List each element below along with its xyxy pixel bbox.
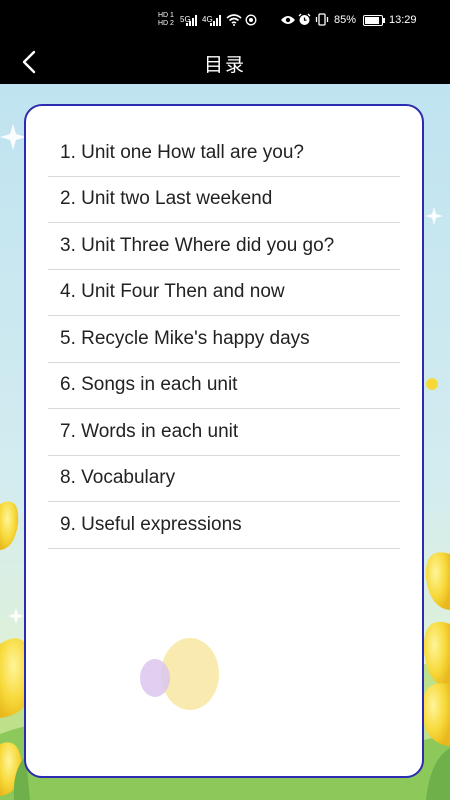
- sim1-label: HD 1: [158, 12, 174, 19]
- battery-percentage: 85%: [334, 14, 357, 26]
- vibrate-icon: [315, 13, 329, 26]
- battery-level-fill: [365, 17, 379, 24]
- navigation-bar: 目录: [0, 40, 450, 84]
- toc-item-unit-three[interactable]: 3. Unit Three Where did you go?: [48, 223, 400, 270]
- battery-icon: [363, 15, 385, 26]
- clock-time: 13:29: [389, 14, 417, 26]
- decorative-bubbles: [140, 638, 219, 710]
- table-of-contents-list: 1. Unit one How tall are you? 2. Unit tw…: [48, 130, 400, 549]
- toc-item-useful-expressions[interactable]: 9. Useful expressions: [48, 502, 400, 549]
- alarm-icon: [298, 13, 311, 25]
- app-screen: HD 1 HD 2 5G 4G 85% 13:29 目录 1. Unit one…: [0, 0, 450, 800]
- signal-strength-2-icon: [210, 14, 224, 30]
- toc-item-recycle[interactable]: 5. Recycle Mike's happy days: [48, 316, 400, 363]
- hotspot-icon: [245, 14, 257, 26]
- sim2-label: HD 2: [158, 20, 174, 27]
- signal-strength-1-icon: [186, 14, 200, 30]
- toc-item-words[interactable]: 7. Words in each unit: [48, 409, 400, 456]
- page-title: 目录: [203, 54, 246, 76]
- toc-item-unit-one[interactable]: 1. Unit one How tall are you?: [48, 130, 400, 177]
- table-of-contents-card: 1. Unit one How tall are you? 2. Unit tw…: [24, 104, 424, 778]
- dual-sim-indicator: HD 1 HD 2: [158, 12, 174, 28]
- toc-item-unit-two[interactable]: 2. Unit two Last weekend: [48, 177, 400, 223]
- toc-item-unit-four[interactable]: 4. Unit Four Then and now: [48, 270, 400, 316]
- status-bar: HD 1 HD 2 5G 4G 85% 13:29: [0, 0, 450, 40]
- wifi-icon: [226, 14, 242, 26]
- toc-item-vocabulary[interactable]: 8. Vocabulary: [48, 456, 400, 502]
- toc-item-songs[interactable]: 6. Songs in each unit: [48, 363, 400, 409]
- eye-comfort-icon: [281, 16, 295, 24]
